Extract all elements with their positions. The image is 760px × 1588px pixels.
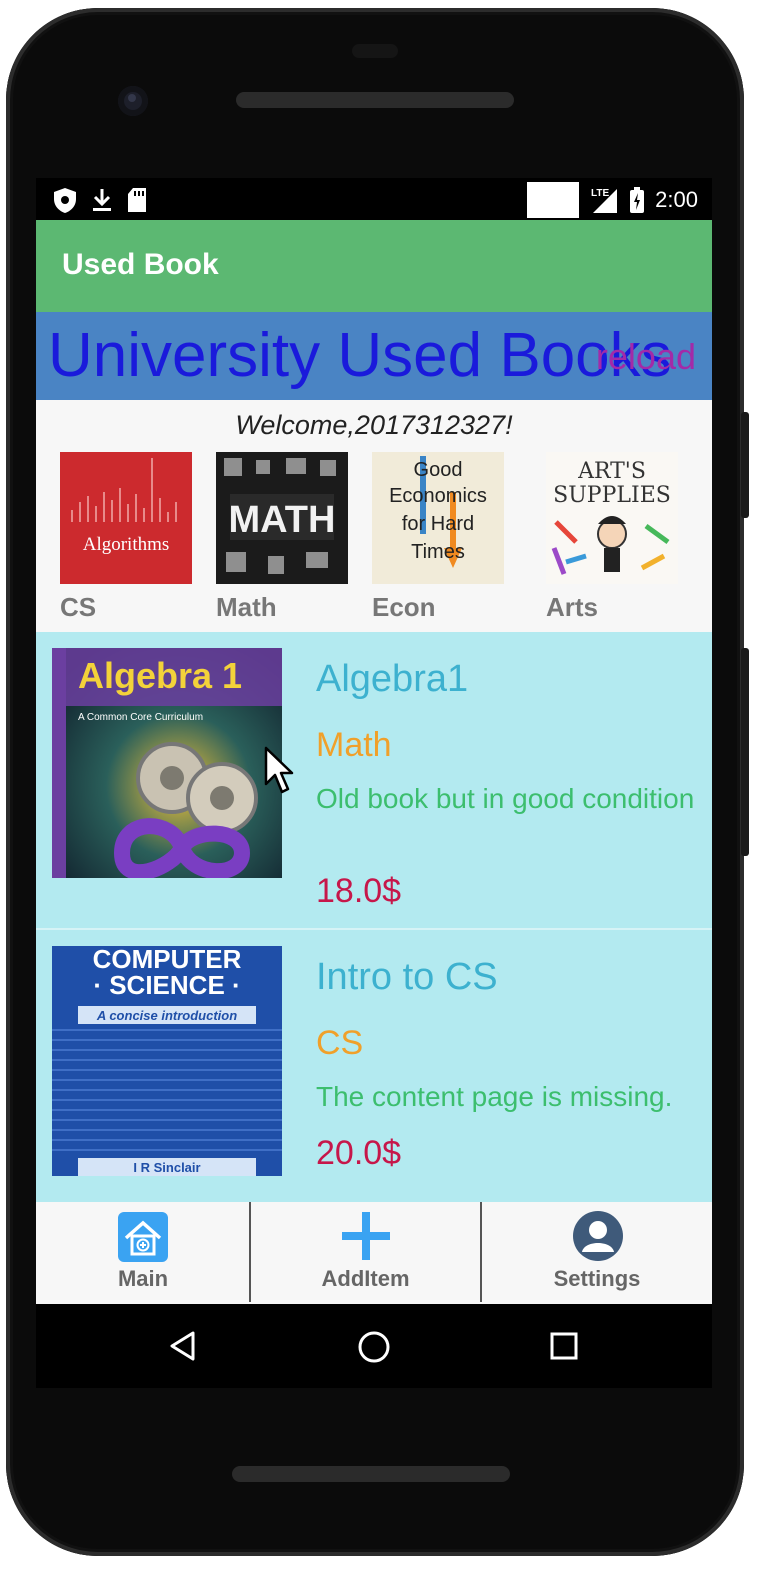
power-button (741, 412, 749, 518)
banner-title: University Used Books (48, 321, 672, 390)
app-title: Used Book (62, 248, 219, 281)
category-cover-math[interactable]: MATH (216, 452, 348, 584)
network-type-label: LTE (591, 188, 609, 199)
cs-cover-subtitle: A concise introduction (96, 1008, 237, 1023)
book-description: The content page is missing. (316, 1081, 673, 1112)
home-circle-icon[interactable] (357, 1330, 391, 1364)
category-math[interactable]: MATH Math (216, 452, 348, 623)
user-profile-icon (573, 1211, 623, 1261)
category-label-arts: Arts (546, 592, 599, 622)
download-icon (93, 189, 111, 211)
battery-icon (630, 187, 645, 213)
nav-additem-button[interactable]: AddItem (251, 1202, 480, 1302)
nav-settings-button[interactable]: Settings (482, 1202, 712, 1302)
svg-text:Economics: Economics (389, 485, 487, 507)
back-icon[interactable] (168, 1330, 198, 1362)
book-description: Old book but in good condition (316, 783, 695, 814)
category-cover-arts[interactable]: ART'S SUPPLIES (546, 452, 678, 584)
welcome-text: Welcome,2017312327! (235, 410, 513, 440)
signal-icon: LTE (591, 188, 618, 213)
book-list: Algebra 1 A Common Core Curriculum Algeb… (36, 632, 712, 1202)
category-label-math: Math (216, 592, 277, 622)
svg-text:for Hard: for Hard (402, 513, 474, 535)
cover-text-math: MATH (229, 499, 336, 541)
svg-text:ART'S: ART'S (577, 459, 646, 484)
shield-icon (54, 188, 76, 213)
svg-text:· SCIENCE ·: · SCIENCE · (93, 970, 240, 1000)
category-label-econ: Econ (372, 592, 436, 622)
cover-text-cs: Algorithms (83, 534, 170, 555)
banner: University Used Books reload (36, 312, 712, 400)
volume-button (741, 648, 749, 856)
book-title: Intro to CS (316, 956, 498, 998)
book-price: 18.0$ (316, 872, 402, 910)
notification-box (527, 182, 580, 218)
reload-button[interactable]: reload (596, 336, 696, 378)
bottom-navigation: Main AddItem Settings (36, 1202, 712, 1304)
category-econ[interactable]: Good Economics for Hard Times Econ (372, 452, 504, 623)
svg-text:Times: Times (411, 541, 465, 563)
algebra-cover-title: Algebra 1 (78, 655, 242, 696)
nav-settings-label: Settings (553, 1266, 641, 1291)
proximity-sensor (352, 44, 398, 58)
book-cover-algebra1[interactable]: Algebra 1 A Common Core Curriculum (52, 648, 282, 878)
home-icon (118, 1212, 168, 1262)
cs-cover-author: I R Sinclair (133, 1160, 200, 1175)
book-item-intro-to-cs[interactable]: COMPUTER · SCIENCE · A concise introduct… (36, 930, 712, 1226)
system-navigation-bar (36, 1304, 712, 1388)
plus-icon (342, 1212, 390, 1260)
nav-main-label: Main (117, 1266, 169, 1291)
book-category: Math (316, 726, 392, 764)
svg-text:SUPPLIES: SUPPLIES (553, 483, 671, 508)
category-cover-econ[interactable]: Good Economics for Hard Times (372, 452, 504, 584)
nav-main-button[interactable]: Main (36, 1202, 250, 1302)
algebra-cover-subtitle: A Common Core Curriculum (78, 712, 203, 723)
app-bar: Used Book (36, 220, 712, 312)
status-bar: LTE 2:00 (36, 178, 712, 220)
nav-additem-label: AddItem (321, 1266, 410, 1291)
mouse-cursor-icon (264, 746, 294, 794)
category-section: Welcome,2017312327! Algorithms CS MATH M… (36, 400, 712, 632)
book-price: 20.0$ (316, 1134, 402, 1172)
svg-text:Good: Good (414, 459, 463, 481)
book-category: CS (316, 1024, 364, 1062)
clock: 2:00 (655, 187, 698, 212)
book-title: Algebra1 (316, 658, 469, 700)
category-arts[interactable]: ART'S SUPPLIES Arts (546, 452, 678, 623)
sd-card-icon (128, 188, 146, 212)
bottom-speaker (232, 1466, 510, 1482)
book-item-algebra1[interactable]: Algebra 1 A Common Core Curriculum Algeb… (36, 632, 712, 930)
category-cs[interactable]: Algorithms CS (60, 452, 192, 623)
earpiece-speaker (236, 92, 514, 108)
front-camera (118, 86, 148, 116)
recents-icon[interactable] (550, 1332, 578, 1360)
category-label-cs: CS (60, 592, 97, 622)
category-cover-cs[interactable]: Algorithms (60, 452, 192, 584)
book-cover-intro-to-cs[interactable]: COMPUTER · SCIENCE · A concise introduct… (52, 946, 282, 1176)
